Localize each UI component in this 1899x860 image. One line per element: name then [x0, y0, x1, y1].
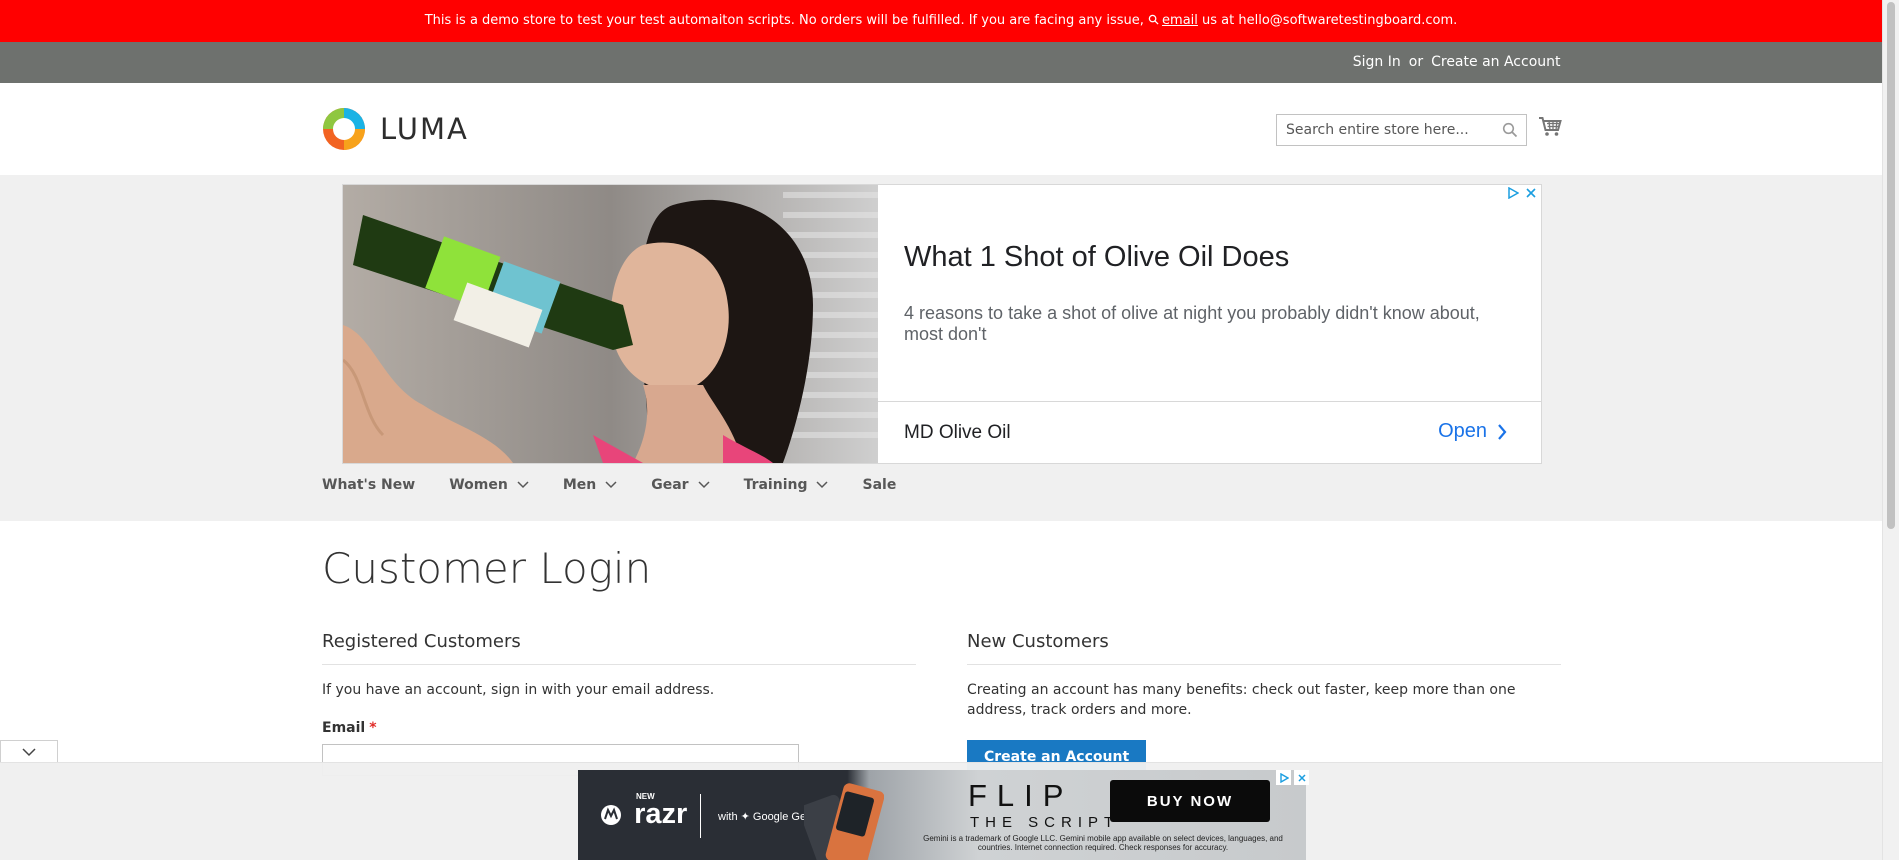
nav-label: Training [743, 477, 808, 493]
page: This is a demo store to test your test a… [0, 0, 1882, 860]
registered-customers-block: Registered Customers If you have an acco… [322, 631, 916, 776]
ad-text-area[interactable]: What 1 Shot of Olive Oil Does 4 reasons … [878, 185, 1541, 401]
chevron-down-icon [605, 481, 617, 489]
registered-customers-title: Registered Customers [322, 631, 916, 665]
ad-advertiser[interactable]: MD Olive Oil [904, 422, 1011, 444]
nav-item-whats-new[interactable]: What's New [322, 477, 415, 493]
sign-in-link[interactable]: Sign In [1353, 54, 1401, 70]
ad-footer[interactable]: MD Olive Oil Open [878, 401, 1541, 463]
logo[interactable]: LUMA [322, 107, 469, 151]
new-label: NEW [636, 792, 655, 801]
close-icon[interactable] [1294, 770, 1309, 785]
close-icon[interactable] [1525, 187, 1537, 199]
nav-label: Men [562, 477, 597, 493]
ad-collapse-toggle[interactable] [0, 740, 58, 763]
buy-now-button[interactable]: BUY NOW [1110, 780, 1270, 822]
script-headline: THE SCRIPT [970, 814, 1120, 831]
ad-headline[interactable]: What 1 Shot of Olive Oil Does [904, 241, 1289, 274]
chevron-right-icon [1498, 423, 1507, 440]
ad-photo [343, 185, 878, 463]
cart-icon[interactable] [1538, 116, 1562, 137]
nav-item-training[interactable]: Training [744, 477, 829, 493]
demo-notice-banner: This is a demo store to test your test a… [0, 0, 1882, 42]
ad-choices[interactable] [1507, 187, 1537, 199]
new-customers-block: New Customers Creating an account has ma… [967, 631, 1561, 774]
nav-item-sale[interactable]: Sale [862, 477, 896, 493]
nav-label: Gear [651, 477, 689, 493]
registered-customers-text: If you have an account, sign in with you… [322, 682, 715, 698]
header-panel: Sign In or Create an Account [0, 42, 1882, 83]
new-customers-text: Creating an account has many benefits: c… [967, 682, 1516, 718]
search-input[interactable]: Search entire store here... [1276, 114, 1527, 146]
ad-and-nav-section: What 1 Shot of Olive Oil Does 4 reasons … [0, 175, 1882, 521]
chevron-down-icon [517, 481, 529, 489]
ad-divider [700, 794, 701, 838]
chevron-down-icon [22, 747, 36, 756]
required-marker: * [369, 720, 377, 736]
sticky-ad-choices[interactable] [1276, 770, 1309, 785]
nav-item-men[interactable]: Men [563, 477, 617, 493]
email-label: Email * [322, 720, 916, 736]
vertical-scrollbar[interactable] [1882, 0, 1899, 860]
site-header: LUMA Search entire store here... [0, 83, 1882, 175]
search-icon [1148, 14, 1159, 25]
header-links: Sign In or Create an Account [322, 42, 1561, 83]
demo-notice-text-after: us at hello@softwaretestingboard.com. [1197, 13, 1458, 28]
nav-label: What's New [322, 477, 416, 493]
new-customers-title: New Customers [967, 631, 1561, 665]
main-navigation: What's New Women Men Gear Training Sale [322, 477, 930, 493]
ad-open-button[interactable]: Open [1438, 420, 1507, 443]
sticky-ad-banner[interactable]: NEW razr with ✦ Google Gemini FLIP THE S… [578, 770, 1306, 860]
nav-item-women[interactable]: Women [449, 477, 529, 493]
create-account-link[interactable]: Create an Account [1431, 54, 1560, 70]
chevron-down-icon [698, 481, 710, 489]
ad-image[interactable] [343, 185, 878, 463]
nav-item-gear[interactable]: Gear [651, 477, 710, 493]
email-label-text: Email [322, 720, 366, 736]
chevron-down-icon [816, 481, 829, 489]
or-text: or [1408, 54, 1424, 70]
demo-notice-text-before: This is a demo store to test your test a… [424, 13, 1149, 28]
email-link[interactable]: email [1162, 13, 1198, 28]
motorola-logo-icon [601, 805, 621, 825]
phone-image [804, 783, 884, 860]
logo-text: LUMA [380, 112, 469, 146]
razr-text: razr [634, 798, 688, 830]
scrollbar-thumb[interactable] [1887, 2, 1895, 529]
page-title: Customer Login [322, 544, 652, 593]
ad-description[interactable]: 4 reasons to take a shot of olive at nig… [904, 303, 1504, 345]
display-ad[interactable]: What 1 Shot of Olive Oil Does 4 reasons … [342, 184, 1542, 464]
nav-label: Women [449, 477, 508, 493]
flip-headline: FLIP [968, 778, 1074, 813]
ad-choices-icon[interactable] [1276, 770, 1291, 785]
luma-logo-icon [323, 108, 365, 150]
search-icon[interactable] [1502, 122, 1518, 138]
razr-logo: NEW razr [600, 792, 688, 831]
nav-label: Sale [862, 477, 897, 493]
search-placeholder: Search entire store here... [1286, 122, 1469, 138]
ad-open-label: Open [1438, 420, 1487, 442]
ad-choices-icon[interactable] [1507, 187, 1519, 199]
ad-fine-print: Gemini is a trademark of Google LLC. Gem… [923, 834, 1283, 852]
